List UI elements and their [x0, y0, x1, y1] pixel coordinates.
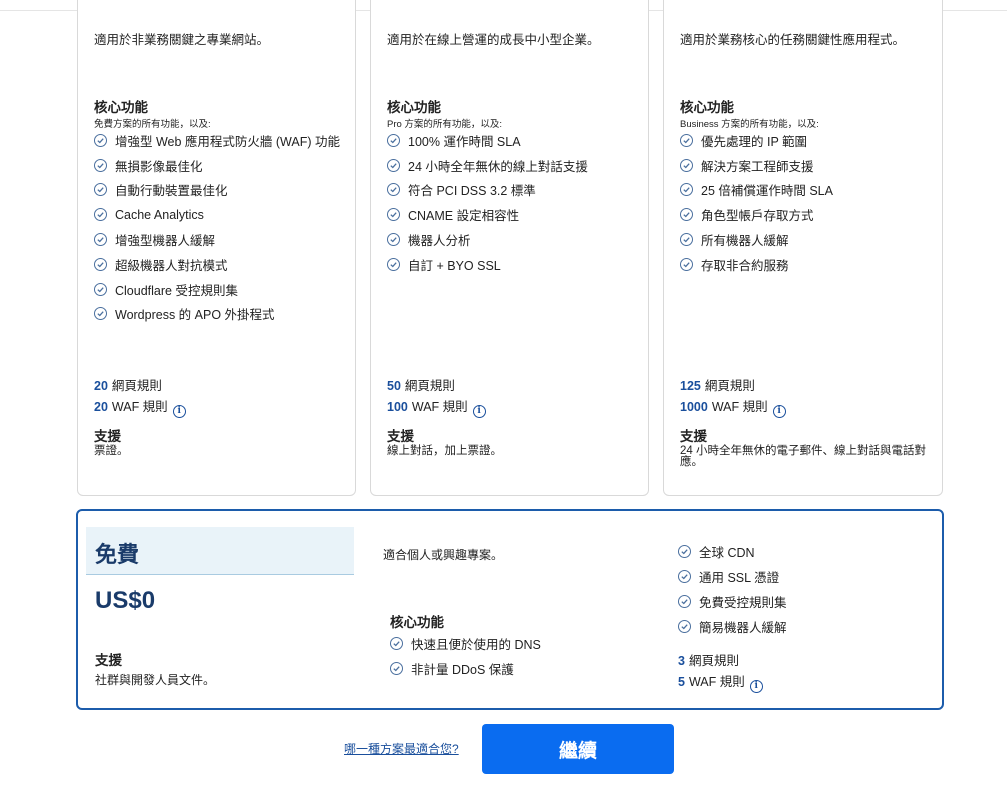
plan-name: 免費 [95, 542, 140, 567]
plan-help-link[interactable]: 哪一種方案最適合您? [344, 740, 459, 757]
feature-item: 超級機器人對抗模式 [94, 252, 340, 277]
check-circle-icon [390, 662, 403, 675]
plan-card-business[interactable]: 適用於在線上營運的成長中小型企業。 核心功能 Pro 方案的所有功能，以及: 1… [370, 0, 649, 496]
waf-rules: 1000 WAF 規則 i [680, 397, 786, 418]
feature-item: 免費受控規則集 [678, 589, 787, 614]
plan-card-enterprise[interactable]: 適用於業務核心的任務關鍵性應用程式。 核心功能 Business 方案的所有功能… [663, 0, 943, 496]
feature-item: Wordpress 的 APO 外掛程式 [94, 302, 340, 327]
feature-item: 100% 運作時間 SLA [387, 128, 588, 153]
page-rules: 20 網頁規則 [94, 379, 162, 393]
support-heading: 支援 [95, 653, 122, 668]
plan-price: US$0 [95, 587, 156, 614]
check-circle-icon [94, 307, 107, 321]
plan-description: 適合個人或興趣專案。 [383, 548, 504, 562]
info-icon[interactable]: i [172, 405, 186, 418]
support-heading: 支援 [94, 429, 121, 444]
check-circle-icon [94, 257, 107, 271]
feature-item: Cache Analytics [94, 202, 340, 227]
plan-card-pro[interactable]: 適用於非業務關鍵之專業網站。 核心功能 免費方案的所有功能，以及: 增強型 We… [77, 0, 356, 496]
support-text: 票證。 [94, 445, 129, 457]
support-text: 24 小時全年無休的電子郵件、線上對話與電話對應。 [680, 445, 926, 468]
check-circle-icon [680, 133, 693, 147]
check-circle-icon [678, 620, 691, 633]
feature-item: 通用 SSL 憑證 [678, 564, 787, 589]
check-circle-icon [678, 570, 691, 583]
feature-item: 增強型 Web 應用程式防火牆 (WAF) 功能 [94, 128, 340, 153]
check-circle-icon [680, 257, 693, 271]
check-circle-icon [680, 233, 693, 247]
feature-list: 100% 運作時間 SLA 24 小時全年無休的線上對話支援 符合 PCI DS… [387, 128, 588, 277]
waf-rules: 5 WAF 規則 i [678, 672, 763, 693]
rules-summary: 20 網頁規則 20 WAF 規則 i [94, 376, 186, 418]
rules-summary: 3 網頁規則 5 WAF 規則 i [678, 651, 763, 693]
feature-item: 無損影像最佳化 [94, 153, 340, 178]
plan-description: 適用於在線上營運的成長中小型企業。 [387, 33, 600, 47]
check-circle-icon [680, 183, 693, 197]
check-circle-icon [680, 158, 693, 172]
feature-item: 解決方案工程師支援 [680, 153, 833, 178]
check-circle-icon [387, 183, 400, 197]
feature-item: 角色型帳戶存取方式 [680, 202, 833, 227]
waf-rules: 100 WAF 規則 i [387, 397, 486, 418]
page-rules: 50 網頁規則 [387, 379, 455, 393]
check-circle-icon [387, 158, 400, 172]
check-circle-icon [678, 595, 691, 608]
feature-list: 增強型 Web 應用程式防火牆 (WAF) 功能 無損影像最佳化 自動行動裝置最… [94, 128, 340, 326]
continue-button[interactable]: 繼續 [482, 724, 674, 774]
feature-item: 非計量 DDoS 保護 [390, 656, 541, 681]
feature-item: Cloudflare 受控規則集 [94, 277, 340, 302]
core-features-heading: 核心功能 [390, 615, 444, 630]
check-circle-icon [387, 208, 400, 222]
check-circle-icon [387, 257, 400, 271]
feature-item: 24 小時全年無休的線上對話支援 [387, 153, 588, 178]
page-rules: 3 網頁規則 [678, 654, 739, 668]
feature-item: 優先處理的 IP 範圍 [680, 128, 833, 153]
check-circle-icon [387, 233, 400, 247]
feature-item: 所有機器人緩解 [680, 227, 833, 252]
plan-description: 適用於非業務關鍵之專業網站。 [94, 33, 270, 47]
rules-summary: 50 網頁規則 100 WAF 規則 i [387, 376, 486, 418]
info-icon[interactable]: i [772, 405, 786, 418]
feature-item: 存取非合約服務 [680, 252, 833, 277]
check-circle-icon [94, 133, 107, 147]
check-circle-icon [387, 133, 400, 147]
feature-item: 自訂 + BYO SSL [387, 252, 588, 277]
feature-item: 自動行動裝置最佳化 [94, 178, 340, 203]
waf-rules: 20 WAF 規則 i [94, 397, 186, 418]
rules-summary: 125 網頁規則 1000 WAF 規則 i [680, 376, 786, 418]
feature-item: 符合 PCI DSS 3.2 標準 [387, 178, 588, 203]
feature-item: 增強型機器人緩解 [94, 227, 340, 252]
core-features-heading: 核心功能 [680, 100, 734, 115]
feature-list: 優先處理的 IP 範圍 解決方案工程師支援 25 倍補償運作時間 SLA 角色型… [680, 128, 833, 277]
plan-description: 適用於業務核心的任務關鍵性應用程式。 [680, 33, 906, 47]
check-circle-icon [680, 208, 693, 222]
info-icon[interactable]: i [749, 680, 763, 693]
feature-item: 快速且便於使用的 DNS [390, 631, 541, 656]
feature-item: 機器人分析 [387, 227, 588, 252]
plan-name-header: 免費 [86, 527, 354, 575]
feature-item: 25 倍補償運作時間 SLA [680, 178, 833, 203]
check-circle-icon [94, 282, 107, 296]
support-heading: 支援 [387, 429, 414, 444]
check-circle-icon [94, 158, 107, 172]
support-heading: 支援 [680, 429, 707, 444]
info-icon[interactable]: i [472, 405, 486, 418]
check-circle-icon [94, 233, 107, 247]
feature-item: CNAME 設定相容性 [387, 202, 588, 227]
check-circle-icon [94, 208, 107, 222]
core-feature-list: 快速且便於使用的 DNS 非計量 DDoS 保護 [390, 631, 541, 681]
check-circle-icon [94, 183, 107, 197]
feature-list: 全球 CDN 通用 SSL 憑證 免費受控規則集 簡易機器人緩解 [678, 539, 787, 639]
core-features-heading: 核心功能 [94, 100, 148, 115]
support-text: 線上對話，加上票證。 [387, 445, 502, 457]
feature-item: 全球 CDN [678, 539, 787, 564]
feature-item: 簡易機器人緩解 [678, 614, 787, 639]
support-text: 社群與開發人員文件。 [95, 673, 216, 687]
page-rules: 125 網頁規則 [680, 379, 755, 393]
check-circle-icon [678, 545, 691, 558]
check-circle-icon [390, 637, 403, 650]
core-features-heading: 核心功能 [387, 100, 441, 115]
plan-card-free[interactable]: 免費 US$0 支援 社群與開發人員文件。 適合個人或興趣專案。 核心功能 快速… [76, 509, 944, 710]
